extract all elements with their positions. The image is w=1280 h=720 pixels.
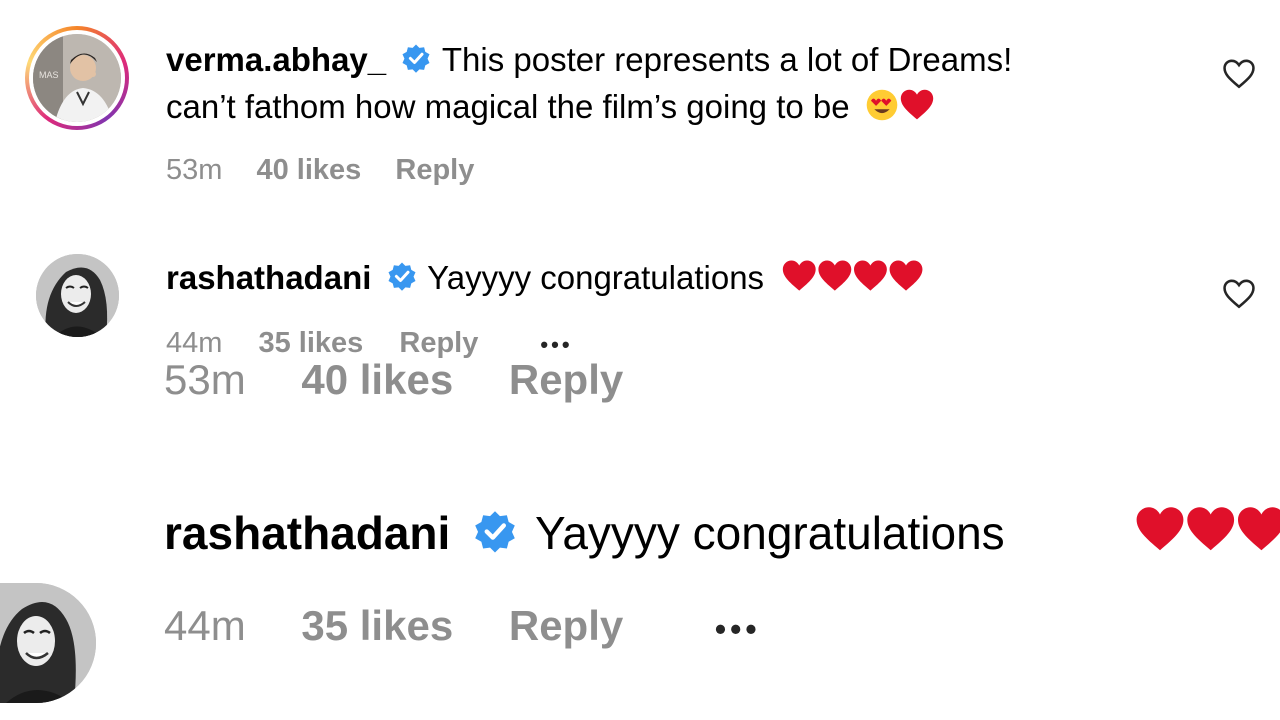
heart-outline-icon [1223,279,1255,309]
svg-text:MAS: MAS [39,70,59,80]
comment-likes[interactable]: 40 likes [256,154,361,186]
verified-badge-icon [473,509,517,565]
comment-timestamp[interactable]: 44m [166,327,222,359]
like-comment-button-2[interactable] [1222,278,1256,315]
comment-likes[interactable]: 35 likes [301,602,453,649]
comment-body: Yayyyy congratulations [427,259,765,296]
verified-badge-icon [387,260,417,300]
heart-eyes-emoji [865,88,899,131]
like-comment-button-1[interactable] [1222,58,1256,95]
comment-body: Yayyyy congratulations [535,507,1005,559]
comment-username[interactable]: verma.abhay_ [166,41,386,78]
comment-likes[interactable]: 40 likes [301,356,453,403]
heart-outline-icon [1223,59,1255,89]
comment-meta-row-1: 53m 40 likes Reply [166,154,474,187]
zoomed-meta-row-1: 53m 40 likes Reply [164,356,623,404]
red-hearts-emoji-zoomed [1134,506,1280,562]
comment-timestamp[interactable]: 53m [166,154,222,186]
reply-button[interactable]: Reply [399,327,478,359]
comment-body-line-2: can’t fathom how magical the film’s goin… [166,88,850,125]
comment-username[interactable]: rashathadani [164,507,450,559]
verified-badge-icon [401,42,431,82]
more-options-icon[interactable]: ••• [715,611,761,647]
comment-timestamp[interactable]: 53m [164,356,246,403]
red-hearts-emoji [781,259,927,302]
comment-username[interactable]: rashathadani [166,259,371,296]
zoomed-meta-row-2: 44m 35 likes Reply ••• [164,602,761,650]
more-options-icon[interactable]: ••• [540,332,572,357]
comment-text-block-1: verma.abhay_ This poster represents a lo… [166,40,1012,82]
avatar-verma-abhay[interactable]: MAS [25,26,129,130]
avatar-rashathadani[interactable] [36,254,119,337]
comment-text-block-2: rashathadani Yayyyy congratulations [166,258,927,302]
zoomed-comment-text-block: rashathadani Yayyyy congratulations [164,506,1005,565]
red-heart-emoji [899,88,935,131]
comment-text-line-2: can’t fathom how magical the film’s goin… [166,87,935,131]
reply-button[interactable]: Reply [509,602,623,649]
comment-timestamp[interactable]: 44m [164,602,246,649]
avatar-rashathadani-zoomed[interactable] [0,583,96,703]
comment-body-line-1: This poster represents a lot of Dreams! [441,41,1013,78]
avatar-photo: MAS [33,34,121,122]
reply-button[interactable]: Reply [395,154,474,186]
reply-button[interactable]: Reply [509,356,623,403]
comment-likes[interactable]: 35 likes [258,327,363,359]
